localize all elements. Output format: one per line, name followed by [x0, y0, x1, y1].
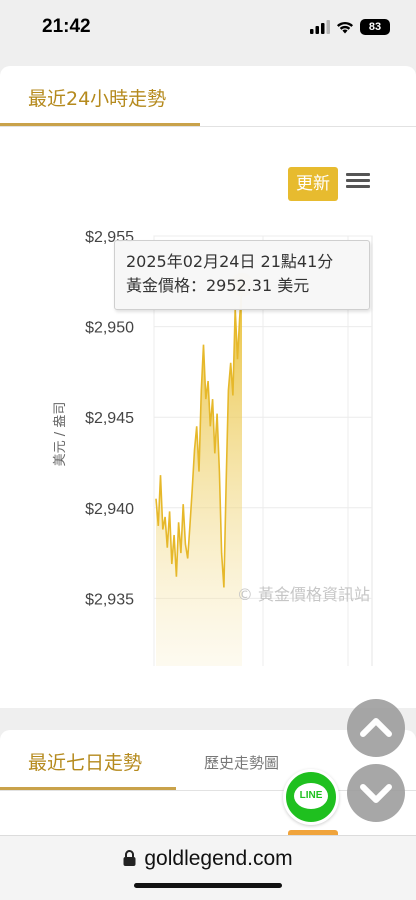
chart-watermark: © 黃金價格資訊站 [237, 585, 370, 604]
status-icons: 83 [310, 19, 390, 35]
chart-card: 最近24小時走勢 $2,955$2,950$2,945$2,940$2,935$… [0, 66, 416, 721]
home-indicator [134, 883, 282, 888]
tab-divider [0, 126, 416, 127]
tooltip-price: 黃金價格：2952.31 美元 [126, 276, 310, 295]
line-share-button[interactable]: LINE [283, 769, 339, 825]
scroll-up-button[interactable] [347, 699, 405, 757]
status-bar: 21:42 83 [0, 0, 416, 56]
refresh-button[interactable]: 更新 [288, 167, 338, 201]
url-text: goldlegend.com [144, 847, 293, 870]
y-tick-label: $2,940 [85, 501, 134, 518]
url-display[interactable]: goldlegend.com [0, 847, 416, 871]
chevron-down-icon [360, 784, 392, 803]
y-axis-label: 美元 / 盎司 [53, 402, 68, 467]
line-icon: LINE [294, 783, 328, 809]
status-time: 21:42 [42, 16, 91, 37]
tab-history[interactable]: 歷史走勢圖 [204, 752, 279, 773]
chart-area: $2,955$2,950$2,945$2,940$2,935$2,930 12:… [0, 156, 416, 721]
browser-address-bar[interactable]: goldlegend.com [0, 835, 416, 900]
price-chart: $2,955$2,950$2,945$2,940$2,935$2,930 12:… [53, 229, 373, 721]
chevron-up-icon [360, 718, 392, 737]
battery-indicator: 83 [360, 19, 390, 35]
y-tick-label: $2,950 [85, 320, 134, 337]
signal-icon [310, 20, 330, 34]
chart-tooltip: 2025年02月24日 21點41分 黃金價格：2952.31 美元 [114, 240, 370, 310]
wifi-icon [337, 21, 353, 34]
tooltip-datetime: 2025年02月24日 21點41分 [126, 252, 334, 271]
scroll-down-button[interactable] [347, 764, 405, 822]
menu-icon[interactable] [344, 170, 372, 196]
price-area [156, 284, 242, 689]
y-tick-label: $2,935 [85, 591, 134, 608]
lock-icon [123, 850, 136, 866]
tab-24h[interactable]: 最近24小時走勢 [28, 84, 166, 111]
tab-7day[interactable]: 最近七日走勢 [28, 748, 142, 775]
y-tick-label: $2,945 [85, 410, 134, 427]
